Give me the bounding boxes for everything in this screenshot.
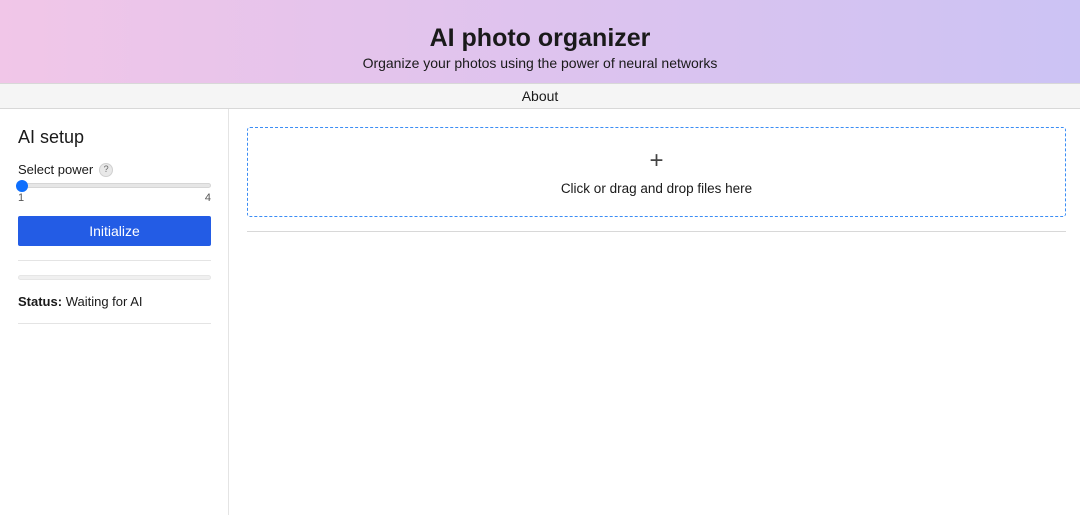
app-subtitle: Organize your photos using the power of … bbox=[363, 55, 718, 71]
about-link[interactable]: About bbox=[522, 88, 559, 104]
content-separator bbox=[247, 231, 1066, 232]
initialize-button[interactable]: Initialize bbox=[18, 216, 211, 246]
app-header: AI photo organizer Organize your photos … bbox=[0, 0, 1080, 83]
file-dropzone[interactable]: + Click or drag and drop files here bbox=[247, 127, 1066, 217]
status-value: Waiting for AI bbox=[66, 294, 143, 309]
plus-icon: + bbox=[649, 149, 663, 173]
status-label: Status: bbox=[18, 294, 62, 309]
sidebar-heading: AI setup bbox=[18, 127, 210, 148]
progress-bar bbox=[18, 275, 211, 280]
status-row: Status: Waiting for AI bbox=[18, 294, 210, 309]
slider-track bbox=[18, 183, 211, 188]
power-slider[interactable] bbox=[18, 183, 211, 188]
sidebar-separator bbox=[18, 260, 211, 261]
nav-bar: About bbox=[0, 83, 1080, 109]
sidebar-separator-2 bbox=[18, 323, 211, 324]
help-icon[interactable]: ? bbox=[99, 163, 113, 177]
main-content: + Click or drag and drop files here bbox=[229, 109, 1080, 515]
app-title: AI photo organizer bbox=[430, 24, 651, 53]
slider-min-label: 1 bbox=[18, 192, 24, 204]
slider-range-labels: 1 4 bbox=[18, 192, 211, 204]
select-power-row: Select power ? bbox=[18, 162, 210, 177]
slider-max-label: 4 bbox=[205, 192, 211, 204]
sidebar: AI setup Select power ? 1 4 Initialize S… bbox=[0, 109, 229, 515]
dropzone-text: Click or drag and drop files here bbox=[561, 181, 752, 196]
slider-thumb[interactable] bbox=[16, 180, 28, 192]
select-power-label: Select power bbox=[18, 162, 93, 177]
